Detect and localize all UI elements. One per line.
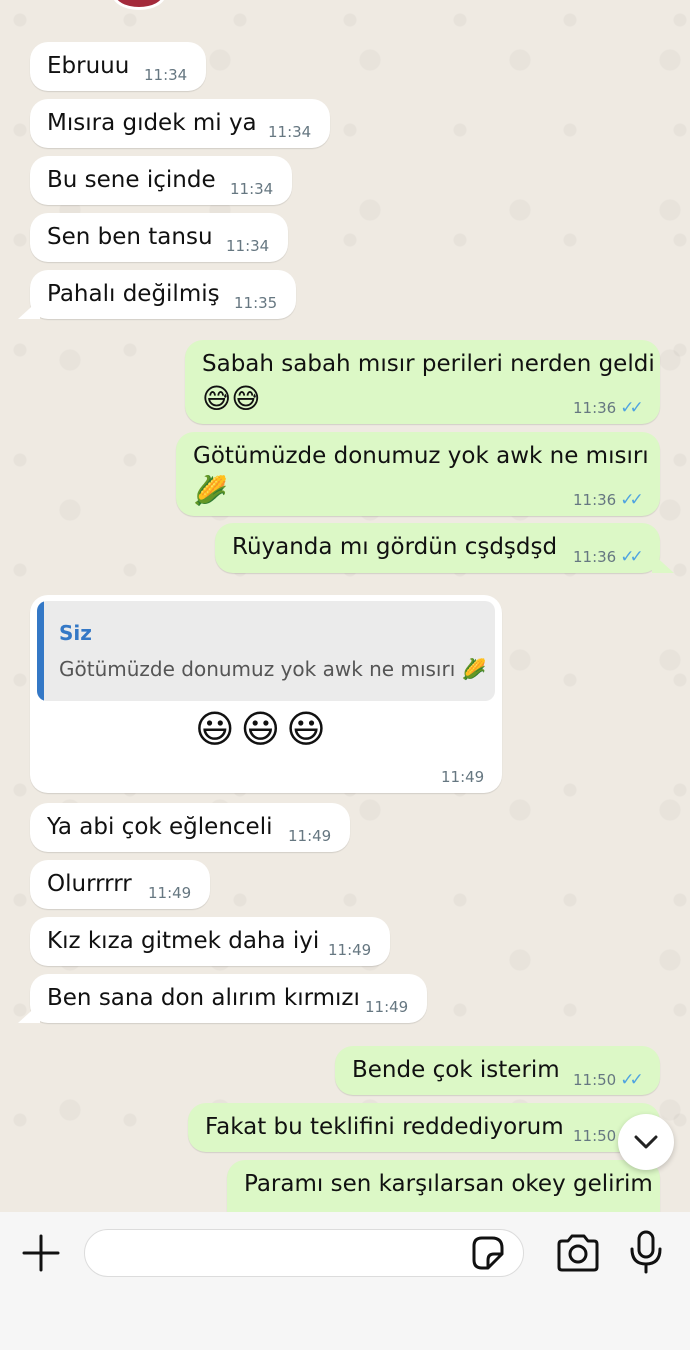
message-time: 11:49 bbox=[441, 768, 485, 786]
reply-text: Götümüzde donumuz yok awk ne mısırı 🌽 bbox=[59, 657, 487, 681]
message-text: Sabah sabah mısır perileri nerden geldi bbox=[202, 351, 655, 377]
message-text: Götümüzde donumuz yok awk ne mısırı bbox=[193, 443, 649, 469]
camera-icon bbox=[557, 1234, 599, 1272]
message-text: Ebruuu bbox=[47, 53, 130, 79]
scroll-to-bottom-button[interactable] bbox=[618, 1114, 674, 1170]
message-time: 11:49 bbox=[328, 941, 372, 959]
message-text: Mısıra gıdek mi ya bbox=[47, 110, 257, 136]
message-bubble-incoming[interactable]: Bu sene içinde 11:34 bbox=[30, 156, 292, 205]
chat-area[interactable]: Ebruuu 11:34 Mısıra gıdek mi ya 11:34 Bu… bbox=[0, 0, 690, 1212]
message-bubble-outgoing[interactable]: Sabah sabah mısır perileri nerden geldi … bbox=[185, 340, 660, 424]
message-meta: 11:36 ✓✓ bbox=[573, 490, 644, 510]
message-bubble-outgoing[interactable]: Paramı sen karşılarsan okey gelirim bbox=[227, 1160, 660, 1212]
message-text: Sen ben tansu bbox=[47, 224, 213, 250]
reply-accent-bar bbox=[37, 601, 44, 701]
microphone-icon bbox=[630, 1230, 662, 1274]
message-meta: 11:36 ✓✓ bbox=[573, 547, 644, 567]
message-bubble-incoming[interactable]: Pahalı değilmiş 11:35 bbox=[30, 270, 296, 319]
message-text: Pahalı değilmiş bbox=[47, 281, 220, 307]
message-text: Rüyanda mı gördün cşdşdşd bbox=[232, 534, 558, 560]
sticker-icon bbox=[472, 1236, 504, 1270]
message-time: 11:49 bbox=[148, 884, 192, 902]
message-time: 11:36 bbox=[573, 548, 617, 566]
message-bubble-incoming[interactable]: Olurrrrr 11:49 bbox=[30, 860, 210, 909]
message-text: Bende çok isterim bbox=[352, 1057, 560, 1083]
chevron-down-icon bbox=[634, 1135, 658, 1149]
reply-sender: Siz bbox=[59, 621, 92, 645]
message-bubble-incoming[interactable]: Mısıra gıdek mi ya 11:34 bbox=[30, 99, 330, 148]
message-bubble-outgoing[interactable]: Rüyanda mı gördün cşdşdşd 11:36 ✓✓ bbox=[215, 523, 660, 573]
message-time: 11:36 bbox=[573, 399, 617, 417]
message-bubble-incoming[interactable]: Ebruuu 11:34 bbox=[30, 42, 206, 91]
bubble-tail bbox=[18, 299, 40, 319]
read-ticks-icon: ✓✓ bbox=[620, 1070, 643, 1090]
message-emoji: 😃😃😃 bbox=[195, 707, 332, 751]
message-input[interactable] bbox=[84, 1229, 524, 1277]
message-emoji: 🌽 bbox=[193, 474, 228, 507]
message-time: 11:34 bbox=[268, 123, 312, 141]
message-time: 11:50 bbox=[573, 1071, 617, 1089]
read-ticks-icon: ✓✓ bbox=[620, 490, 643, 510]
attach-button[interactable] bbox=[20, 1232, 62, 1274]
message-time: 11:50 bbox=[573, 1127, 617, 1145]
message-bubble-outgoing[interactable]: Bende çok isterim 11:50 ✓✓ bbox=[335, 1046, 660, 1095]
message-bubble-outgoing[interactable]: Götümüzde donumuz yok awk ne mısırı 🌽 11… bbox=[176, 432, 660, 516]
message-bubble-incoming[interactable]: Ben sana don alırım kırmızı 11:49 bbox=[30, 974, 427, 1023]
message-time: 11:34 bbox=[230, 180, 274, 198]
message-meta: 11:36 ✓✓ bbox=[573, 398, 644, 418]
message-time: 11:49 bbox=[365, 998, 409, 1016]
message-bubble-incoming[interactable]: Kız kıza gitmek daha iyi 11:49 bbox=[30, 917, 390, 966]
camera-button[interactable] bbox=[555, 1232, 601, 1274]
plus-icon bbox=[22, 1234, 60, 1272]
message-meta: 11:50 ✓✓ bbox=[573, 1070, 644, 1090]
reply-quote[interactable]: Siz Götümüzde donumuz yok awk ne mısırı … bbox=[37, 601, 495, 701]
message-text: Ben sana don alırım kırmızı bbox=[47, 985, 360, 1011]
message-text: Bu sene içinde bbox=[47, 167, 216, 193]
message-text: Paramı sen karşılarsan okey gelirim bbox=[244, 1171, 653, 1197]
message-time: 11:49 bbox=[288, 827, 332, 845]
contact-avatar[interactable] bbox=[112, 0, 166, 10]
bubble-tail bbox=[652, 553, 674, 573]
message-text: Olurrrrr bbox=[47, 871, 132, 897]
message-bubble-incoming[interactable]: Sen ben tansu 11:34 bbox=[30, 213, 288, 262]
message-text: Kız kıza gitmek daha iyi bbox=[47, 928, 320, 954]
message-emoji: 😅😅 bbox=[202, 382, 261, 415]
message-time: 11:34 bbox=[226, 237, 270, 255]
read-ticks-icon: ✓✓ bbox=[620, 398, 643, 418]
message-text: Ya abi çok eğlenceli bbox=[47, 814, 273, 840]
bubble-tail bbox=[18, 1003, 40, 1023]
read-ticks-icon: ✓✓ bbox=[620, 547, 643, 567]
message-bubble-reply[interactable]: Siz Götümüzde donumuz yok awk ne mısırı … bbox=[30, 595, 502, 793]
microphone-button[interactable] bbox=[628, 1229, 664, 1275]
message-time: 11:34 bbox=[144, 66, 188, 84]
sticker-button[interactable] bbox=[468, 1234, 506, 1272]
message-time: 11:35 bbox=[234, 294, 278, 312]
message-time: 11:36 bbox=[573, 491, 617, 509]
message-text: Fakat bu teklifini reddediyorum bbox=[205, 1114, 564, 1140]
message-bubble-outgoing[interactable]: Fakat bu teklifini reddediyorum 11:50 bbox=[188, 1103, 660, 1152]
message-bubble-incoming[interactable]: Ya abi çok eğlenceli 11:49 bbox=[30, 803, 350, 852]
